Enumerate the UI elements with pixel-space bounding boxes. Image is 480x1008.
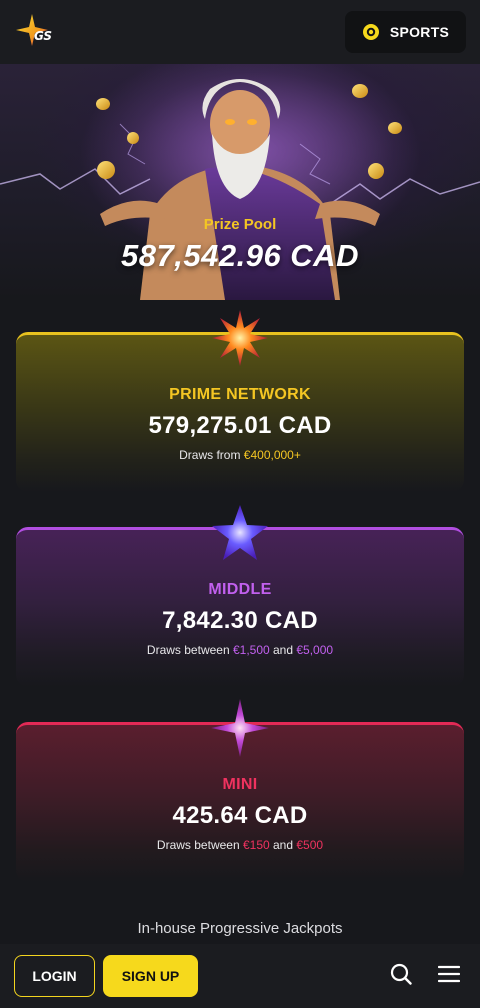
footer-caption: In-house Progressive Jackpots bbox=[137, 920, 343, 937]
desc-amount-min: €1,500 bbox=[232, 643, 270, 657]
top-header: GS SPORTS bbox=[0, 0, 480, 64]
signup-button[interactable]: SIGN UP bbox=[103, 955, 198, 997]
desc-prefix: Draws between bbox=[146, 643, 233, 657]
pink-star-icon bbox=[211, 699, 269, 757]
login-button[interactable]: LOGIN bbox=[14, 955, 95, 997]
desc-amount-min: €150 bbox=[242, 838, 270, 852]
menu-icon[interactable] bbox=[437, 965, 461, 988]
prize-pool-value: 587,542.96 CAD bbox=[121, 238, 359, 273]
jackpot-card-mini[interactable]: MINI 425.64 CAD Draws between €150 and €… bbox=[16, 699, 464, 882]
bottom-nav-bar: LOGIN SIGN UP bbox=[0, 944, 480, 1008]
sports-label: SPORTS bbox=[389, 24, 450, 40]
jackpot-card-prime[interactable]: PRIME NETWORK 579,275.01 CAD Draws from … bbox=[16, 310, 464, 492]
desc-amount-max: €5,000 bbox=[296, 643, 334, 657]
bar-icons bbox=[390, 963, 466, 990]
hero-banner: Prize Pool 587,542.96 CAD bbox=[0, 64, 480, 300]
tier-name: PRIME NETWORK bbox=[169, 386, 311, 403]
desc-prefix: Draws from bbox=[179, 448, 244, 462]
tier-name: MINI bbox=[222, 776, 258, 793]
tier-description: Draws between €150 and €500 bbox=[16, 838, 464, 852]
prize-pool-label: Prize Pool bbox=[203, 216, 277, 233]
tier-description: Draws between €1,500 and €5,000 bbox=[16, 643, 464, 657]
purple-star-icon bbox=[212, 505, 268, 560]
tier-value: 7,842.30 CAD bbox=[162, 607, 318, 634]
desc-amount-min: €400,000+ bbox=[243, 448, 301, 462]
logo-text: GS bbox=[34, 29, 52, 43]
soccer-ball-icon bbox=[362, 24, 379, 40]
desc-amount-max: €500 bbox=[296, 838, 324, 852]
tier-description: Draws from €400,000+ bbox=[16, 448, 464, 462]
tier-value: 425.64 CAD bbox=[172, 802, 308, 829]
sports-button[interactable]: SPORTS bbox=[345, 11, 466, 53]
orange-star-icon bbox=[212, 310, 268, 366]
tier-value: 579,275.01 CAD bbox=[148, 412, 332, 439]
desc-connector: and bbox=[269, 838, 297, 852]
desc-connector: and bbox=[269, 643, 297, 657]
desc-prefix: Draws between bbox=[156, 838, 243, 852]
site-logo[interactable]: GS bbox=[16, 12, 58, 52]
search-icon[interactable] bbox=[390, 963, 412, 990]
jackpot-card-middle[interactable]: MIDDLE 7,842.30 CAD Draws between €1,500… bbox=[16, 505, 464, 687]
tier-name: MIDDLE bbox=[208, 581, 272, 598]
